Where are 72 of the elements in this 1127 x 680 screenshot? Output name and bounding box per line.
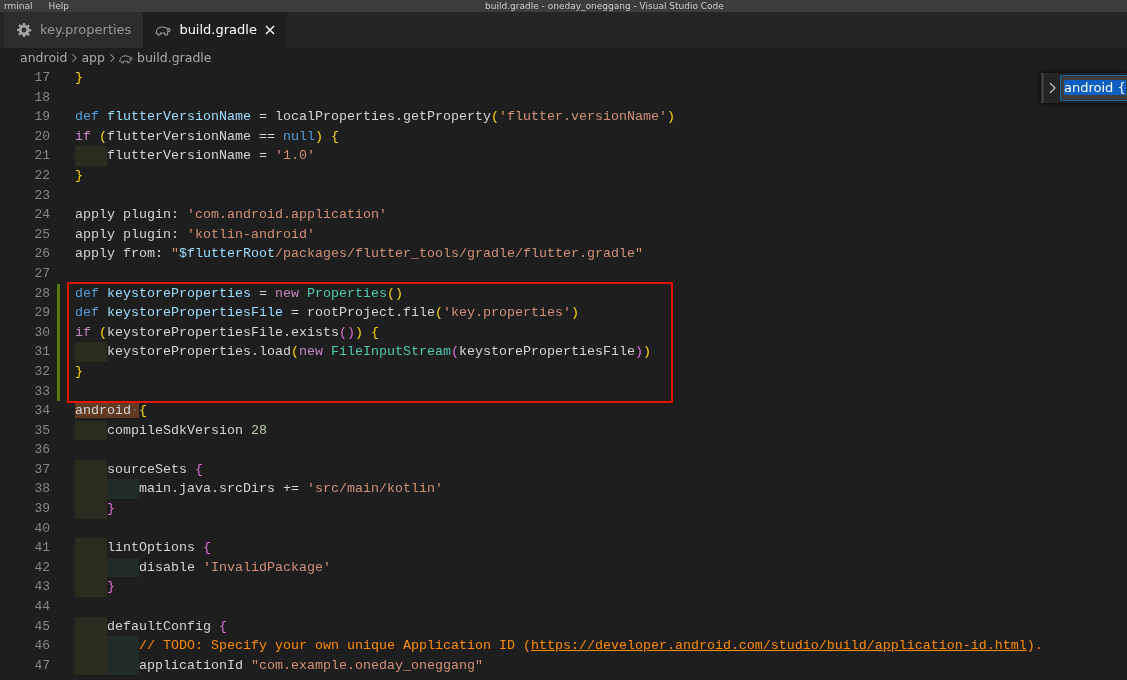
line-number: 44: [33, 598, 50, 617]
line-number: 27: [33, 264, 50, 283]
line-number: 39: [33, 500, 50, 519]
code-line: }: [107, 500, 115, 519]
code-line: apply plugin: 'kotlin-android': [75, 225, 315, 244]
elephant-icon: [155, 24, 172, 36]
code-line: apply plugin: 'com.android.application': [75, 206, 387, 225]
line-number: 29: [33, 304, 50, 323]
line-number: 33: [33, 382, 50, 401]
line-number: 43: [33, 578, 50, 597]
line-number: 42: [33, 558, 50, 577]
code-line: applicationId "com.example.oneday_oneggang": [139, 656, 483, 675]
line-number: 37: [33, 460, 50, 479]
line-number: 28: [33, 284, 50, 303]
line-number: 41: [33, 539, 50, 558]
line-number: 21: [33, 147, 50, 166]
breadcrumb-item[interactable]: build.gradle: [136, 48, 212, 68]
line-number: 47: [33, 656, 50, 675]
close-icon: [264, 25, 275, 35]
line-number: 35: [33, 421, 50, 440]
line-number: 24: [33, 206, 50, 225]
code-line: defaultConfig {: [107, 617, 227, 636]
line-number: 31: [33, 343, 50, 362]
breadcrumb-item[interactable]: android: [20, 48, 68, 68]
editor-tab[interactable]: build.gradle: [143, 12, 287, 48]
code-line: if (flutterVersionName == null) {: [75, 127, 339, 146]
code-line: flutterVersionName = '1.0': [107, 147, 315, 166]
chevron-right-icon: [108, 53, 115, 63]
code-line: def keystoreProperties = new Properties(): [75, 284, 403, 303]
line-number: 36: [33, 441, 50, 460]
code-line: }: [75, 362, 83, 381]
code-line: }: [75, 166, 83, 185]
code-line: def flutterVersionName = localProperties.getProperty('flutter.versionName'): [75, 108, 675, 127]
line-number: 17: [33, 69, 50, 87]
menu-item[interactable]: Help: [48, 0, 70, 12]
find-field[interactable]: android {: [1060, 75, 1127, 101]
code-line: android·{: [75, 402, 147, 421]
code-line: main.java.srcDirs += 'src/main/kotlin': [139, 480, 443, 499]
line-number: 19: [33, 108, 50, 127]
toggle-replace-button[interactable]: [1048, 82, 1056, 94]
code-line: sourceSets {: [107, 460, 203, 479]
gear-icon: [16, 22, 32, 38]
line-number: 34: [33, 402, 50, 421]
menu-item[interactable]: rminal: [4, 0, 33, 12]
line-number: 40: [33, 519, 50, 538]
line-number: 30: [33, 323, 50, 342]
code-line: }: [75, 69, 83, 87]
line-number: 46: [33, 637, 50, 656]
code-line: }: [107, 578, 115, 597]
line-number: 45: [33, 617, 50, 636]
line-number: 22: [33, 166, 50, 185]
code-line: apply from: "$flutterRoot/packages/flutter_tools/gradle/flutter.gradle": [75, 245, 643, 264]
line-number: 26: [33, 245, 50, 264]
link[interactable]: https://developer.android.com/studio/build/application-id.html: [530, 638, 1027, 654]
code-line: lintOptions {: [107, 539, 211, 558]
line-number: 18: [33, 88, 50, 107]
line-number: 20: [33, 127, 50, 146]
line-number: 32: [33, 362, 50, 381]
code-line: // TODO: Specify your own unique Application ID (https://developer.android.com/studio/build/application-id.html).: [139, 637, 1043, 656]
code-line: disable 'InvalidPackage': [139, 558, 331, 577]
line-number: 38: [33, 480, 50, 499]
chevron-right-icon: [71, 53, 78, 63]
line-number: 25: [33, 225, 50, 244]
code-line: compileSdkVersion 28: [107, 421, 267, 440]
window-title: build.gradle - oneday_oneggang - Visual Studio Code: [485, 0, 724, 12]
line-number: 23: [33, 186, 50, 205]
code-line: if (keystorePropertiesFile.exists()) {: [75, 323, 379, 342]
breadcrumb-item[interactable]: app: [81, 48, 105, 68]
elephant-icon: [118, 52, 133, 64]
code-line: def keystorePropertiesFile = rootProject.file('key.properties'): [75, 304, 579, 323]
code-line: keystoreProperties.load(new FileInputStream(keystorePropertiesFile)): [107, 343, 651, 362]
editor-tab[interactable]: key.properties: [4, 12, 144, 48]
